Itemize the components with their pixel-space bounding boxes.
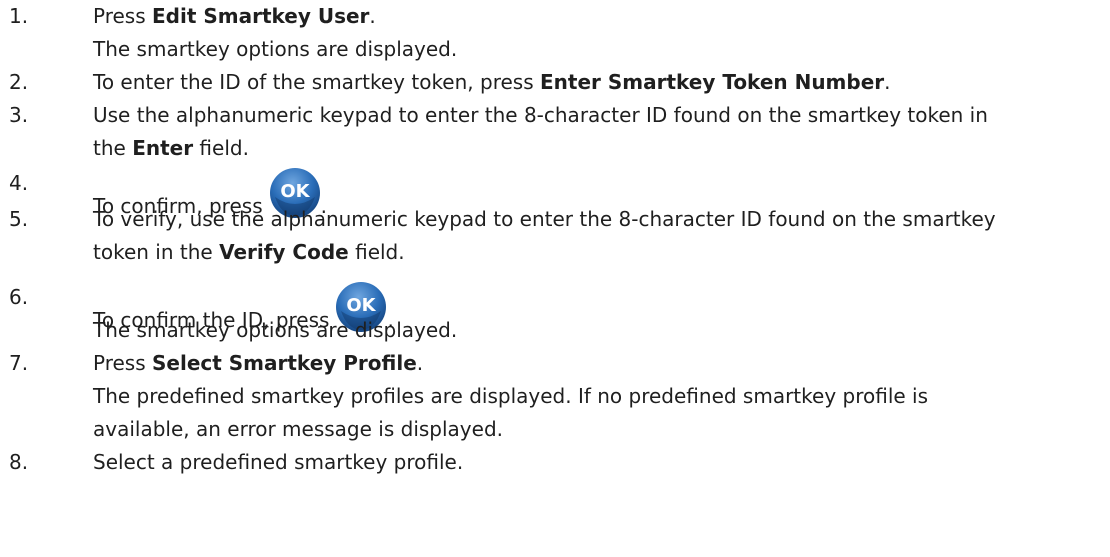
step-instruction-line-1: To verify, use the alphanumeric keypad t… — [93, 207, 996, 231]
step-ui-term: Verify Code — [219, 240, 349, 264]
step-number: 1. — [9, 4, 29, 28]
step-text: the — [93, 136, 133, 160]
step-result: The smartkey options are displayed. — [93, 318, 458, 342]
step-result: The smartkey options are displayed. — [93, 37, 458, 61]
step-ui-term: Enter — [132, 136, 194, 160]
step-text: field. — [193, 136, 249, 160]
step-instruction: Select a predefined smartkey profile. — [93, 450, 464, 474]
step-punctuation: . — [884, 70, 891, 94]
step-ui-term: Edit Smartkey User — [152, 4, 370, 28]
step-number: 2. — [9, 70, 29, 94]
step-instruction: Press Select Smartkey Profile. — [93, 347, 423, 380]
step-number: 6. — [9, 285, 29, 309]
step-text: Press — [93, 351, 152, 375]
step-ui-term: Enter Smartkey Token Number — [539, 70, 885, 94]
ok-icon-label: OK — [347, 295, 377, 316]
step-result-line-2: available, an error message is displayed… — [93, 417, 503, 441]
step-punctuation: . — [369, 4, 376, 28]
step-punctuation: . — [416, 351, 424, 375]
step-number: 8. — [9, 450, 29, 474]
step-number: 4. — [9, 171, 29, 195]
step-number: 3. — [9, 103, 29, 127]
step-number: 5. — [9, 207, 29, 231]
step-instruction-line-1: Use the alphanumeric keypad to enter the… — [93, 103, 988, 127]
step-number: 7. — [9, 351, 29, 375]
step-ui-term: Select Smartkey Profile — [152, 351, 417, 375]
step-instruction-line-2: token in the Verify Code field. — [93, 236, 405, 269]
step-instruction: Press Edit Smartkey User. — [93, 0, 376, 33]
step-instruction-line-2: the Enter field. — [93, 132, 249, 165]
step-text: To enter the ID of the smartkey token, p… — [93, 70, 540, 94]
step-text: Press — [93, 4, 152, 28]
step-result-line-1: The predefined smartkey profiles are dis… — [93, 384, 929, 408]
step-instruction: To enter the ID of the smartkey token, p… — [93, 66, 891, 99]
step-text: token in the — [93, 240, 220, 264]
ok-icon-label: OK — [280, 181, 310, 202]
step-text: field. — [348, 240, 405, 264]
